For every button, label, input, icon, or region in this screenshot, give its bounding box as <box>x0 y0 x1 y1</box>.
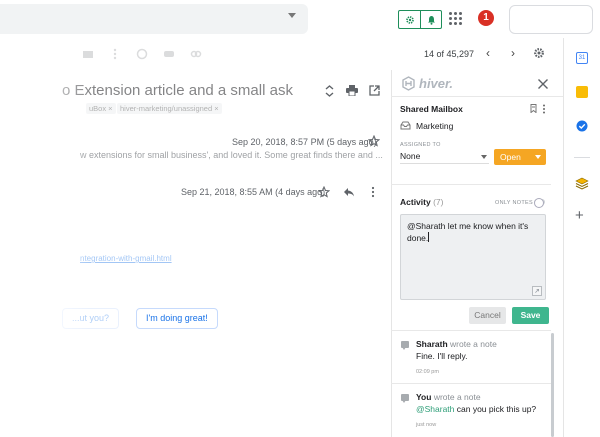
note-textarea[interactable]: @Sharath let me know when it's done. <box>400 214 546 300</box>
cancel-button[interactable]: Cancel <box>469 307 506 324</box>
print-icon[interactable] <box>346 85 358 96</box>
note-text: can you pick this up? <box>454 404 537 414</box>
panel-divider <box>391 96 563 97</box>
note-action: wrote a note <box>433 392 481 402</box>
label-icon[interactable] <box>163 48 175 60</box>
search-input[interactable] <box>0 4 308 34</box>
close-icon[interactable] <box>537 78 549 90</box>
note-body: Fine. I'll reply. <box>416 351 468 361</box>
panel-more-icon[interactable] <box>542 104 546 114</box>
only-notes-toggle[interactable] <box>534 198 545 208</box>
expand-textarea-icon[interactable] <box>532 286 542 296</box>
note-icon <box>401 394 409 403</box>
save-button[interactable]: Save <box>512 307 549 324</box>
note-action: wrote a note <box>450 339 497 349</box>
hiver-hexagon-icon <box>402 76 415 91</box>
hiver-stack-icon[interactable] <box>575 177 589 190</box>
note-time: just now <box>416 422 437 428</box>
note-mention[interactable]: @Sharath <box>416 404 454 414</box>
label-chip-hiver-marketing[interactable]: hiver-marketing/unassigned × <box>117 103 222 114</box>
note-author: Sharath <box>416 339 448 349</box>
settings-gear-icon[interactable] <box>533 47 545 59</box>
panel-divider <box>391 184 551 185</box>
fade-overlay <box>0 70 90 437</box>
inbox-tray-icon <box>400 121 411 130</box>
chevron-down-icon <box>481 155 487 159</box>
account-area[interactable] <box>509 5 593 34</box>
message-date: Sep 20, 2018, 8:57 PM (5 days ago) <box>232 137 377 147</box>
hiver-logo-text: hiver. <box>419 76 453 91</box>
keep-icon[interactable] <box>576 86 588 98</box>
hiver-settings-button[interactable] <box>399 11 420 28</box>
note-header: You wrote a note <box>416 392 481 402</box>
status-value: Open <box>500 152 521 162</box>
bell-icon <box>427 15 435 25</box>
status-dropdown[interactable]: Open <box>494 149 546 165</box>
text-cursor <box>428 232 430 242</box>
assignee-dropdown[interactable]: None <box>400 150 489 164</box>
note-author: You <box>416 392 432 402</box>
snooze-icon[interactable] <box>136 48 148 60</box>
calendar-icon[interactable]: 31 <box>576 52 588 64</box>
message-snippet[interactable]: w extensions for small business', and lo… <box>80 150 383 160</box>
open-new-window-icon[interactable] <box>369 85 380 96</box>
activity-count: (7) <box>433 197 444 207</box>
label-chip[interactable]: uBox × <box>86 103 116 114</box>
note-draft-text: @Sharath let me know when it's done. <box>407 221 529 243</box>
smart-reply-button-doing-great[interactable]: I'm doing great! <box>136 308 218 329</box>
reply-icon[interactable] <box>343 187 355 197</box>
bookmark-icon[interactable] <box>530 104 537 113</box>
note-body: @Sharath can you pick this up? <box>416 404 536 414</box>
assignee-value: None <box>400 151 421 161</box>
hiver-notifications-button[interactable] <box>420 11 441 28</box>
link-icon[interactable] <box>190 48 202 60</box>
message-date-latest: Sep 21, 2018, 8:55 AM (4 days ago) <box>181 187 326 197</box>
activity-heading: Activity <box>400 197 431 207</box>
add-addon-icon[interactable]: + <box>575 208 584 223</box>
mailbox-name[interactable]: Marketing <box>416 121 453 131</box>
hiver-logo: hiver. <box>401 76 453 91</box>
activity-header: Activity (7) <box>400 197 443 207</box>
assigned-to-label: ASSIGNED TO <box>400 142 441 148</box>
note-icon <box>401 341 409 350</box>
shared-mailbox-heading: Shared Mailbox <box>400 104 463 114</box>
page-counter: 14 of 45,297 <box>424 49 475 59</box>
chevron-down-icon <box>535 155 541 159</box>
email-link[interactable]: ntegration-with-gmail.html <box>80 254 172 263</box>
archive-icon[interactable] <box>82 48 94 60</box>
older-button[interactable]: ‹ <box>482 47 494 59</box>
expand-all-icon[interactable] <box>325 85 334 97</box>
notification-badge[interactable]: 1 <box>478 10 494 26</box>
note-header: Sharath wrote a note <box>416 339 497 349</box>
note-time: 02:09 pm <box>416 369 439 375</box>
newer-button[interactable]: › <box>507 47 519 59</box>
apps-grid-icon[interactable] <box>449 12 462 25</box>
hiver-extension-buttons <box>398 10 442 29</box>
gear-icon <box>405 15 414 24</box>
search-options-caret-icon[interactable] <box>288 13 296 18</box>
star-icon[interactable] <box>318 186 330 198</box>
only-notes-label: ONLY NOTES <box>495 200 533 206</box>
more-vert-icon[interactable] <box>109 48 121 60</box>
more-vert-icon[interactable] <box>371 186 375 198</box>
star-icon[interactable] <box>368 135 380 147</box>
rail-divider <box>574 157 590 158</box>
panel-divider <box>391 330 551 331</box>
email-subject: o Extension article and a small ask <box>62 82 293 99</box>
activity-scrollbar[interactable] <box>551 333 554 437</box>
tasks-icon[interactable] <box>576 120 588 132</box>
note-divider <box>391 383 551 384</box>
